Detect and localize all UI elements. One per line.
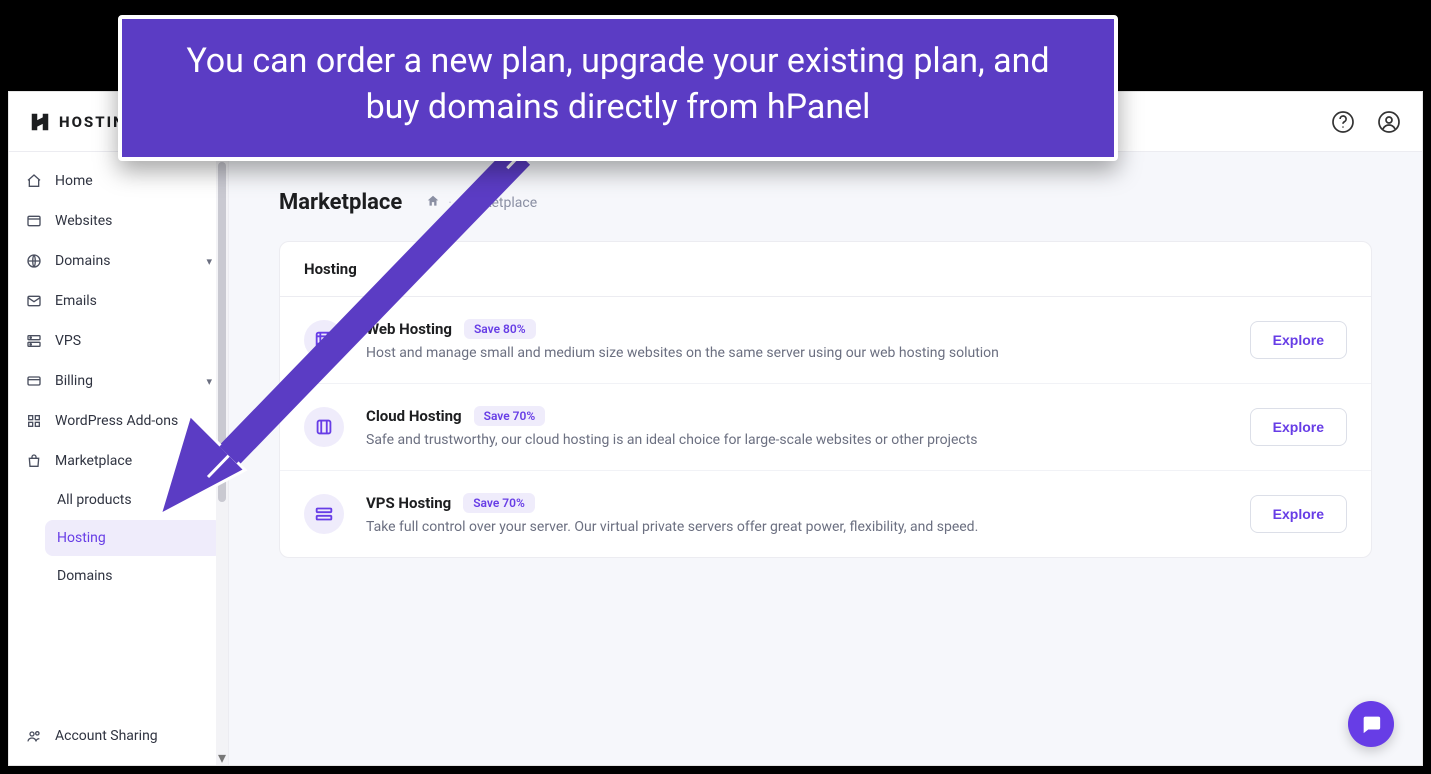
help-button[interactable]	[1330, 109, 1356, 135]
discount-badge: Save 70%	[463, 493, 535, 513]
sidebar-subitem-domains[interactable]: Domains	[45, 558, 222, 594]
chat-button[interactable]	[1348, 701, 1394, 747]
sidebar-item-label: Marketplace	[55, 453, 132, 469]
product-title: Cloud Hosting	[366, 407, 462, 425]
product-row-cloud-hosting: Cloud Hosting Save 70% Safe and trustwor…	[280, 384, 1371, 471]
sidebar: Home Websites Domains ▾ Emails VPS	[9, 152, 229, 765]
main-content: Marketplace · Marketplace Hosting Web Ho…	[229, 152, 1422, 765]
sidebar-subitem-hosting[interactable]: Hosting	[45, 520, 222, 556]
chevron-up-icon: ▴	[206, 455, 212, 468]
explore-button[interactable]: Explore	[1250, 321, 1347, 359]
people-icon	[25, 727, 43, 745]
sidebar-item-vps[interactable]: VPS	[15, 322, 222, 360]
sidebar-item-label: Hosting	[57, 530, 106, 546]
chat-icon	[1360, 713, 1382, 735]
user-icon	[1377, 110, 1401, 134]
product-row-vps-hosting: VPS Hosting Save 70% Take full control o…	[280, 471, 1371, 557]
hosting-card: Hosting Web Hosting Save 80% Host and ma…	[279, 241, 1372, 558]
home-icon	[25, 172, 43, 190]
sidebar-item-home[interactable]: Home	[15, 162, 222, 200]
mail-icon	[25, 292, 43, 310]
product-row-web-hosting: Web Hosting Save 80% Host and manage sma…	[280, 297, 1371, 384]
cloud-hosting-icon	[304, 407, 344, 447]
sidebar-item-websites[interactable]: Websites	[15, 202, 222, 240]
page-title: Marketplace	[279, 190, 402, 215]
web-hosting-icon	[304, 320, 344, 360]
vps-hosting-icon	[304, 494, 344, 534]
scrollbar-thumb[interactable]	[218, 162, 226, 502]
account-button[interactable]	[1376, 109, 1402, 135]
discount-badge: Save 80%	[464, 319, 536, 339]
top-actions	[1330, 109, 1402, 135]
product-title: VPS Hosting	[366, 494, 451, 512]
product-title: Web Hosting	[366, 320, 452, 338]
sidebar-item-label: All products	[57, 492, 132, 508]
sidebar-item-label: Account Sharing	[55, 728, 158, 744]
chevron-down-icon: ▾	[206, 375, 212, 388]
sidebar-item-billing[interactable]: Billing ▾	[15, 362, 222, 400]
app-window: HOSTINGER Home Websites	[8, 91, 1423, 766]
sidebar-item-label: Domains	[57, 568, 112, 584]
annotation-text: You can order a new plan, upgrade your e…	[162, 39, 1074, 131]
bag-icon	[25, 452, 43, 470]
help-icon	[1331, 110, 1355, 134]
sidebar-item-account-sharing[interactable]: Account Sharing	[15, 717, 222, 755]
sidebar-item-label: Websites	[55, 213, 112, 229]
sidebar-item-label: Emails	[55, 293, 97, 309]
window-icon	[25, 212, 43, 230]
product-description: Safe and trustworthy, our cloud hosting …	[366, 432, 1228, 448]
chevron-down-icon: ▾	[206, 255, 212, 268]
sidebar-item-label: Domains	[55, 253, 110, 269]
sidebar-item-label: Home	[55, 173, 93, 189]
explore-button[interactable]: Explore	[1250, 408, 1347, 446]
sidebar-item-marketplace[interactable]: Marketplace ▴	[15, 442, 222, 480]
sidebar-item-domains[interactable]: Domains ▾	[15, 242, 222, 280]
hostinger-logo-icon	[29, 111, 51, 133]
discount-badge: Save 70%	[474, 406, 546, 426]
breadcrumb-separator: ·	[448, 195, 452, 211]
product-description: Host and manage small and medium size we…	[366, 345, 1228, 361]
product-description: Take full control over your server. Our …	[366, 519, 1228, 535]
sidebar-item-emails[interactable]: Emails	[15, 282, 222, 320]
page-header: Marketplace · Marketplace	[279, 190, 1372, 215]
sidebar-item-label: VPS	[55, 333, 81, 349]
card-heading: Hosting	[280, 242, 1371, 297]
globe-icon	[25, 252, 43, 270]
sidebar-item-wordpress-addons[interactable]: WordPress Add-ons	[15, 402, 222, 440]
grid-icon	[25, 412, 43, 430]
layout: Home Websites Domains ▾ Emails VPS	[9, 152, 1422, 765]
sidebar-subitem-all-products[interactable]: All products	[45, 482, 222, 518]
sidebar-scrollbar[interactable]: ▾	[216, 152, 228, 765]
sidebar-item-label: Billing	[55, 373, 93, 389]
annotation-callout: You can order a new plan, upgrade your e…	[118, 15, 1118, 161]
card-icon	[25, 372, 43, 390]
breadcrumb: · Marketplace	[426, 194, 537, 212]
scrollbar-down-arrow[interactable]: ▾	[216, 751, 228, 763]
breadcrumb-current: Marketplace	[460, 195, 537, 211]
server-icon	[25, 332, 43, 350]
home-icon[interactable]	[426, 194, 440, 212]
sidebar-item-label: WordPress Add-ons	[55, 413, 178, 429]
explore-button[interactable]: Explore	[1250, 495, 1347, 533]
